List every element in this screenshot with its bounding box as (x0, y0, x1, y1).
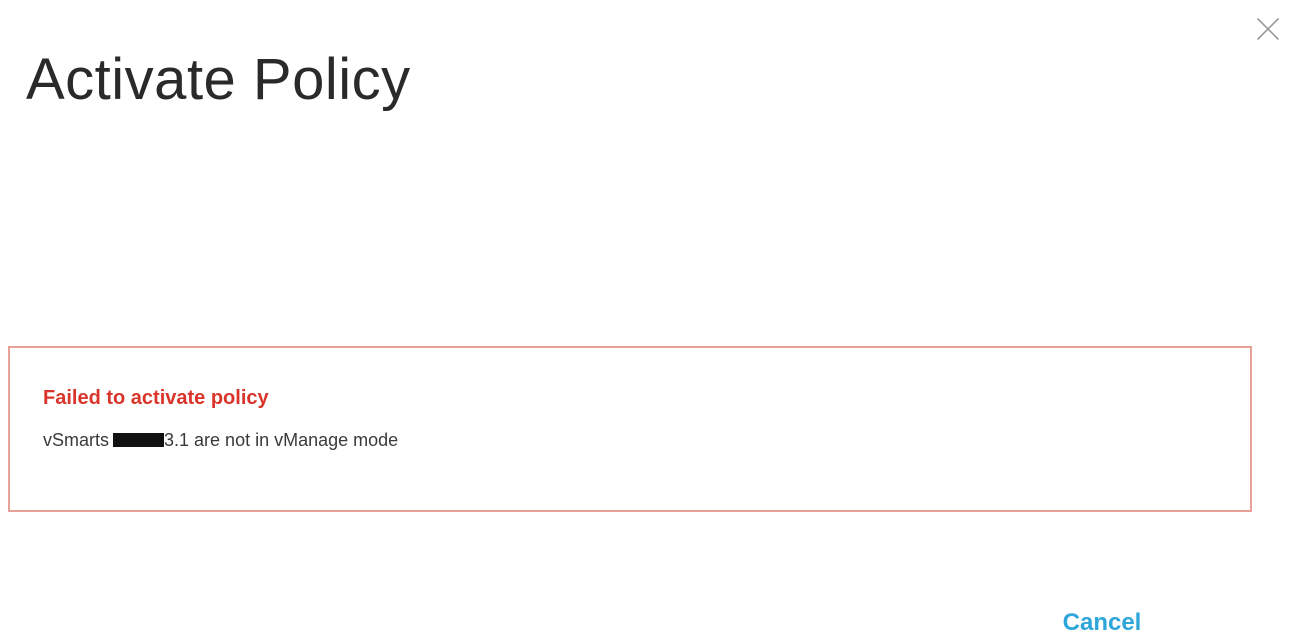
redacted-ip-block (113, 433, 165, 447)
error-alert-message: vSmarts 3.1 are not in vManage mode (43, 428, 398, 452)
close-button[interactable] (1255, 16, 1281, 42)
error-message-suffix: 3.1 are not in vManage mode (164, 430, 399, 450)
error-alert: Failed to activate policy vSmarts 3.1 are… (8, 346, 1252, 512)
dialog-title: Activate Policy (26, 47, 411, 112)
error-message-prefix: vSmarts (43, 430, 110, 450)
error-alert-title: Failed to activate policy (43, 387, 269, 409)
close-icon (1257, 18, 1279, 40)
activate-policy-dialog: Activate Policy Failed to activate polic… (0, 0, 1292, 640)
cancel-button[interactable]: Cancel (1050, 608, 1154, 638)
